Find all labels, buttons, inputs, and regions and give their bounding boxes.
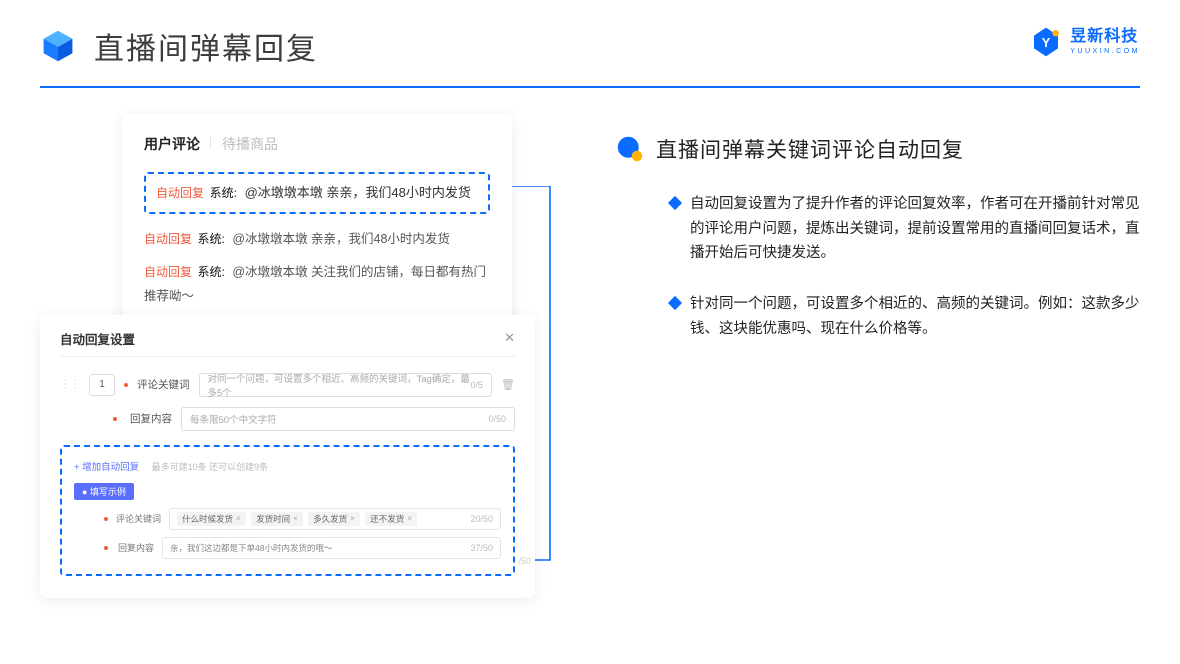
brand-name-en: YUUXIN.COM xyxy=(1070,48,1140,55)
right-column: 直播间弹幕关键词评论自动回复 自动回复设置为了提升作者的评论回复效率，作者可在开… xyxy=(616,114,1140,598)
keyword-label: 评论关键词 xyxy=(137,377,190,392)
required-dot-icon xyxy=(104,546,108,550)
comment-text: @冰墩墩本墩 亲亲，我们48小时内发货 xyxy=(232,232,450,246)
keyword-input[interactable]: 对同一个问题，可设置多个相近、高频的关键词，Tag确定，最多5个 0/5 xyxy=(199,373,493,397)
bullet-item: 自动回复设置为了提升作者的评论回复效率，作者可在开播前针对常见的评论用户问题，提… xyxy=(670,192,1140,266)
content-row: 回复内容 每条限50个中文字符 0/50 xyxy=(60,407,515,431)
brand-block: Y 昱新科技 YUUXIN.COM xyxy=(1030,26,1140,58)
required-dot-icon xyxy=(104,517,108,521)
tag-chip[interactable]: 什么时候发货× xyxy=(177,512,246,526)
tag-remove-icon[interactable]: × xyxy=(293,514,298,523)
required-dot-icon xyxy=(124,383,128,387)
system-label: 系统: xyxy=(210,186,237,200)
char-counter: 37/50 xyxy=(470,543,493,553)
tag-remove-icon[interactable]: × xyxy=(236,514,241,523)
section-title: 直播间弹幕关键词评论自动回复 xyxy=(656,134,964,164)
tag-chip[interactable]: 发货时间× xyxy=(251,512,303,526)
cube-icon xyxy=(40,28,76,64)
tag-chip[interactable]: 多久发货× xyxy=(308,512,360,526)
drag-handle-icon[interactable]: ⋮⋮ xyxy=(60,379,80,390)
comment-text: @冰墩墩本墩 亲亲，我们48小时内发货 xyxy=(245,185,471,200)
settings-title: 自动回复设置 xyxy=(60,329,135,348)
diamond-icon xyxy=(668,296,682,310)
comment-text: @冰墩墩本墩 关注我们的店铺，每日都有热门推荐呦～ xyxy=(144,265,486,303)
example-badge: ● 填写示例 xyxy=(74,483,134,500)
required-dot-icon xyxy=(113,417,117,421)
placeholder-text: 对同一个问题，可设置多个相近、高频的关键词，Tag确定，最多5个 xyxy=(208,371,471,399)
example-keyword-input[interactable]: 什么时候发货× 发货时间× 多久发货× 还不发货× 20/50 xyxy=(169,508,501,530)
tag-chip[interactable]: 还不发货× xyxy=(365,512,417,526)
ghost-counter: /50 xyxy=(518,556,531,566)
example-keyword-row: 评论关键词 什么时候发货× 发货时间× 多久发货× 还不发货× 20/50 xyxy=(74,508,501,530)
settings-panel: 自动回复设置 ✕ ⋮⋮ 评论关键词 对同一个问题，可设置多个相近、高频的关键词，… xyxy=(40,315,535,598)
add-reply-hint: 最多可建10条 还可以创建9条 xyxy=(152,462,269,472)
index-input[interactable] xyxy=(89,374,115,396)
content-label: 回复内容 xyxy=(126,411,172,426)
tag-list: 什么时候发货× 发货时间× 多久发货× 还不发货× xyxy=(177,512,420,526)
char-counter: 0/50 xyxy=(488,414,506,424)
highlighted-comment: 自动回复 系统: @冰墩墩本墩 亲亲，我们48小时内发货 xyxy=(144,172,490,214)
example-content-row: 回复内容 亲，我们这边都是下单48小时内发货的哦～ 37/50 xyxy=(74,537,501,559)
tab-bar: 用户评论 待播商品 xyxy=(144,134,490,154)
comment-row: 自动回复 系统: @冰墩墩本墩 关注我们的店铺，每日都有热门推荐呦～ xyxy=(144,261,490,309)
bullet-text: 针对同一个问题，可设置多个相近的、高频的关键词。例如：这款多少钱、这块能优惠吗、… xyxy=(690,292,1140,341)
brand-logo-icon: Y xyxy=(1030,26,1062,58)
svg-text:Y: Y xyxy=(1042,35,1051,50)
tab-user-comments[interactable]: 用户评论 xyxy=(144,134,200,154)
bullet-list: 自动回复设置为了提升作者的评论回复效率，作者可在开播前针对常见的评论用户问题，提… xyxy=(616,192,1140,341)
add-reply-link[interactable]: + 增加自动回复 xyxy=(74,462,139,473)
bullet-item: 针对同一个问题，可设置多个相近的、高频的关键词。例如：这款多少钱、这块能优惠吗、… xyxy=(670,292,1140,341)
tag-remove-icon[interactable]: × xyxy=(407,514,412,523)
char-counter: 20/50 xyxy=(470,514,493,524)
tab-pending-goods[interactable]: 待播商品 xyxy=(222,134,278,154)
system-label: 系统: xyxy=(198,265,225,279)
keyword-row: ⋮⋮ 评论关键词 对同一个问题，可设置多个相近、高频的关键词，Tag确定，最多5… xyxy=(60,373,515,397)
system-label: 系统: xyxy=(198,232,225,246)
section-heading: 直播间弹幕关键词评论自动回复 xyxy=(616,134,1140,164)
left-column: 用户评论 待播商品 自动回复 系统: @冰墩墩本墩 亲亲，我们48小时内发货 自… xyxy=(40,114,580,598)
placeholder-text: 每条限50个中文字符 xyxy=(190,412,277,426)
content-input[interactable]: 每条限50个中文字符 0/50 xyxy=(181,407,515,431)
page-title: 直播间弹幕回复 xyxy=(94,24,318,68)
auto-reply-tag: 自动回复 xyxy=(144,265,192,279)
diamond-icon xyxy=(668,196,682,210)
auto-reply-tag: 自动回复 xyxy=(156,186,204,200)
example-content-label: 回复内容 xyxy=(116,541,154,554)
example-keyword-label: 评论关键词 xyxy=(116,512,161,525)
brand-name-cn: 昱新科技 xyxy=(1070,29,1140,45)
example-box: + 增加自动回复 最多可建10条 还可以创建9条 ● 填写示例 评论关键词 什么… xyxy=(60,445,515,576)
tag-remove-icon[interactable]: × xyxy=(350,514,355,523)
example-content-input[interactable]: 亲，我们这边都是下单48小时内发货的哦～ 37/50 xyxy=(162,537,501,559)
trash-icon[interactable]: 🗑 xyxy=(501,378,515,391)
char-counter: 0/5 xyxy=(471,380,484,390)
example-content-text: 亲，我们这边都是下单48小时内发货的哦～ xyxy=(170,542,332,554)
divider xyxy=(60,356,515,357)
bullet-text: 自动回复设置为了提升作者的评论回复效率，作者可在开播前针对常见的评论用户问题，提… xyxy=(690,192,1140,266)
chat-bubble-icon xyxy=(616,135,644,163)
page-header: 直播间弹幕回复 Y 昱新科技 YUUXIN.COM xyxy=(0,0,1180,80)
auto-reply-tag: 自动回复 xyxy=(144,232,192,246)
close-icon[interactable]: ✕ xyxy=(504,330,515,346)
comment-row: 自动回复 系统: @冰墩墩本墩 亲亲，我们48小时内发货 xyxy=(144,228,490,252)
